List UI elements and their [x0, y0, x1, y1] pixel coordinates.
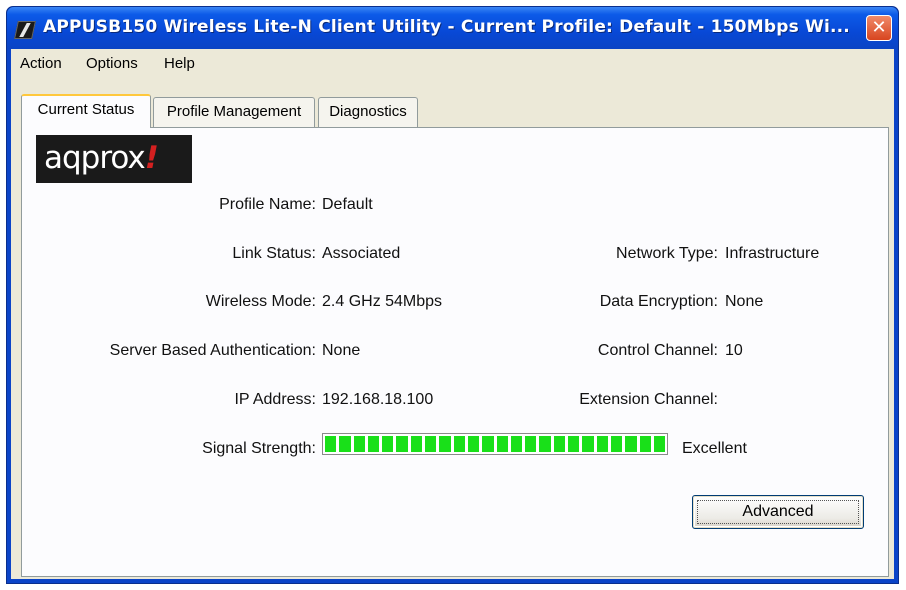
data-encryption-value: None: [725, 293, 764, 310]
signal-strength-label: Signal Strength:: [202, 440, 316, 457]
signal-segment: [610, 436, 623, 452]
network-type-label: Network Type:: [616, 245, 718, 262]
client-area: Action Options Help Current Status Profi…: [11, 49, 894, 579]
menu-options[interactable]: Options: [86, 55, 138, 72]
signal-strength-value: Excellent: [682, 440, 747, 457]
control-channel-value: 10: [725, 342, 743, 359]
wireless-mode-value: 2.4 GHz 54Mbps: [322, 293, 443, 310]
signal-segment: [453, 436, 465, 452]
link-status-label: Link Status:: [232, 245, 316, 262]
signal-segment: [539, 436, 551, 452]
signal-segment: [339, 436, 351, 452]
signal-segment: [382, 436, 394, 452]
signal-segment: [467, 436, 480, 452]
app-window: APPUSB150 Wireless Lite-N Client Utility…: [6, 6, 899, 584]
signal-segment: [568, 436, 580, 452]
advanced-button[interactable]: Advanced: [692, 495, 864, 529]
ip-address-value: 192.168.18.100: [322, 391, 434, 408]
ip-address-label: IP Address:: [234, 391, 316, 408]
server-auth-value: None: [322, 342, 361, 359]
signal-segment: [625, 436, 637, 452]
wireless-mode-label: Wireless Mode:: [205, 293, 316, 310]
signal-segment: [439, 436, 451, 452]
signal-segment: [639, 436, 651, 452]
menu-action[interactable]: Action: [20, 55, 62, 72]
tab-diagnostics[interactable]: Diagnostics: [318, 97, 418, 127]
data-encryption-label: Data Encryption:: [599, 293, 718, 310]
signal-segment: [410, 436, 423, 452]
profile-name-value: Default: [322, 196, 373, 213]
profile-name-label: Profile Name:: [219, 196, 316, 213]
control-channel-label: Control Channel:: [597, 342, 718, 359]
tab-profile-management[interactable]: Profile Management: [153, 97, 315, 127]
tab-control: Current Status Profile Management Diagno…: [21, 94, 889, 577]
app-icon: [14, 21, 36, 39]
tab-current-status[interactable]: Current Status: [21, 94, 151, 128]
signal-segment: [425, 436, 437, 452]
signal-segment: [353, 436, 365, 452]
signal-segment: [396, 436, 408, 452]
brand-logo: aqprox!: [36, 135, 192, 183]
link-status-value: Associated: [322, 245, 401, 262]
signal-segment: [325, 436, 337, 452]
window-title: APPUSB150 Wireless Lite-N Client Utility…: [43, 17, 850, 37]
title-bar[interactable]: APPUSB150 Wireless Lite-N Client Utility…: [7, 7, 898, 49]
signal-segment: [596, 436, 608, 452]
signal-segment: [653, 436, 666, 452]
extension-channel-label: Extension Channel:: [579, 391, 718, 408]
signal-segment: [496, 436, 508, 452]
current-status-panel: aqprox! Profile Name: Default Link Statu…: [21, 127, 889, 577]
signal-segment: [525, 436, 537, 452]
signal-segment: [582, 436, 594, 452]
server-auth-label: Server Based Authentication:: [109, 342, 316, 359]
network-type-value: Infrastructure: [725, 245, 820, 262]
menu-bar: Action Options Help: [11, 49, 894, 77]
signal-segment: [367, 436, 380, 452]
signal-strength-bar: [322, 433, 668, 455]
signal-segment: [510, 436, 523, 452]
menu-help[interactable]: Help: [164, 55, 195, 72]
close-button[interactable]: ✕: [866, 15, 892, 41]
signal-segment: [553, 436, 566, 452]
signal-segment: [482, 436, 494, 452]
